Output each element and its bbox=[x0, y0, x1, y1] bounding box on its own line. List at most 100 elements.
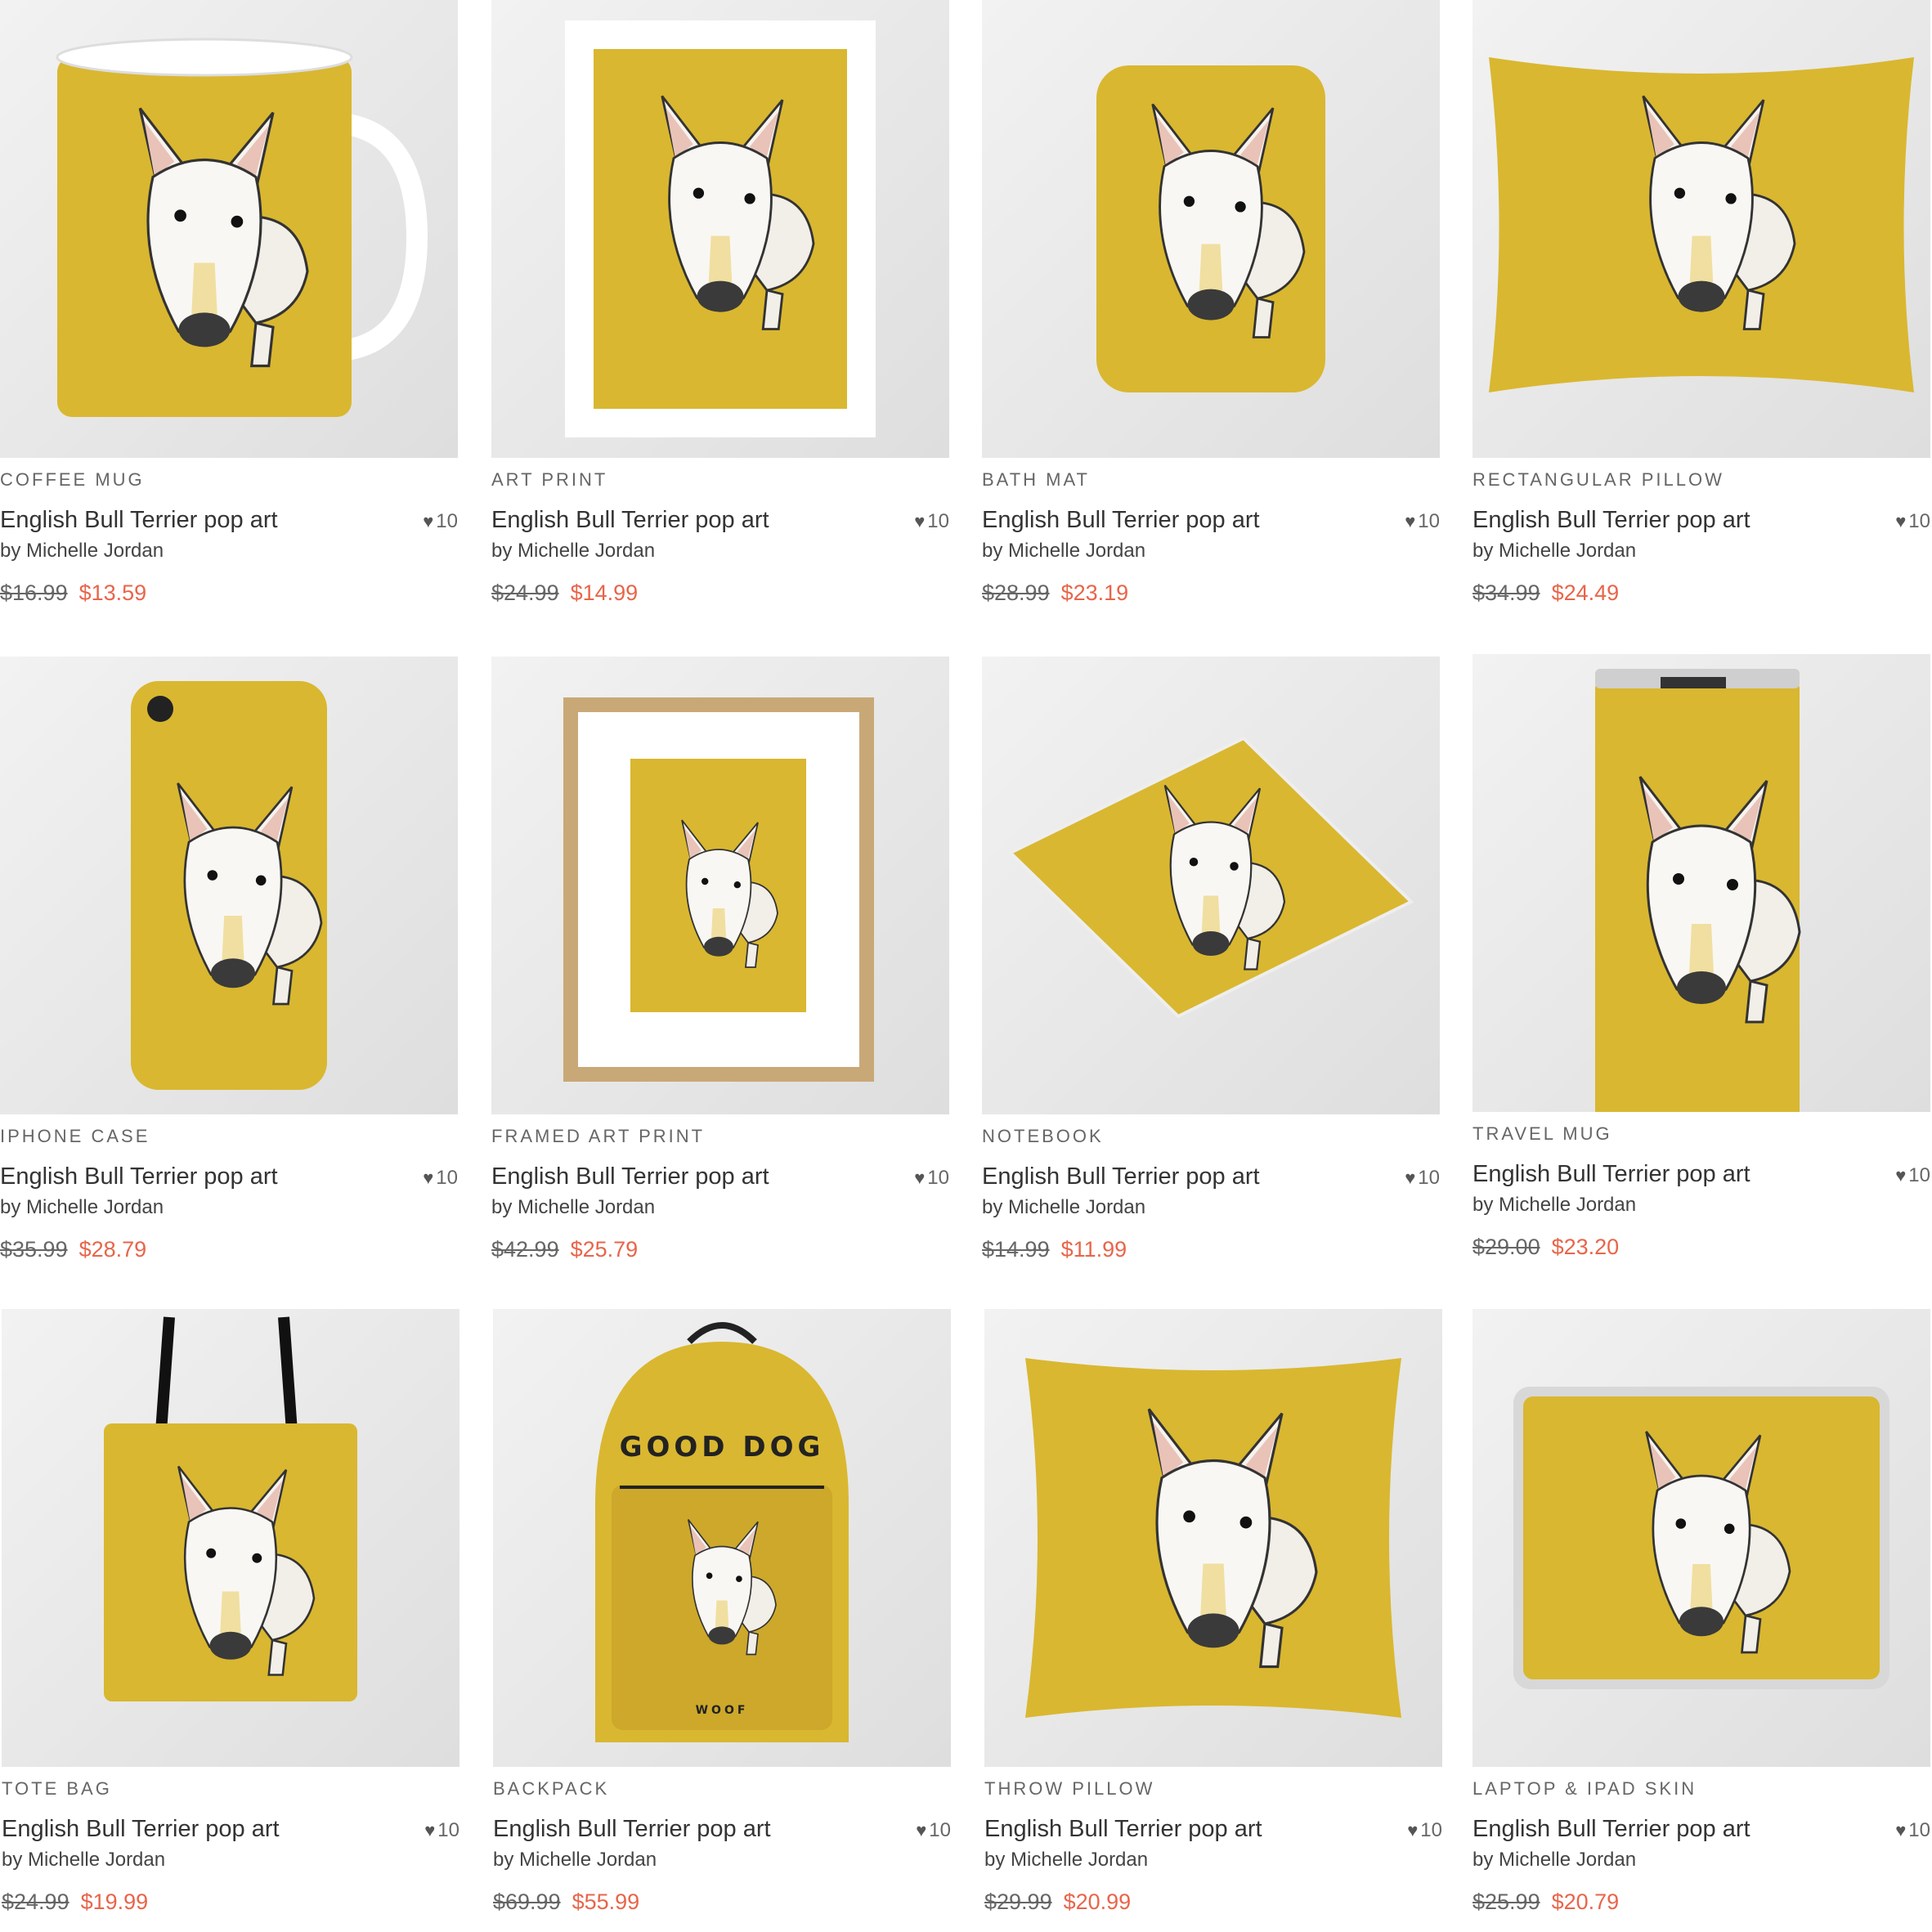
ipad-illustration bbox=[1513, 1387, 1889, 1689]
product-title[interactable]: English Bull Terrier pop art bbox=[493, 1816, 771, 1843]
product-image[interactable] bbox=[0, 657, 458, 1114]
price-row: $42.99 $25.79 bbox=[491, 1237, 638, 1262]
original-price: $28.99 bbox=[982, 580, 1050, 605]
mug-illustration bbox=[56, 38, 428, 417]
like-count: 10 bbox=[929, 1819, 951, 1841]
sale-price: $55.99 bbox=[572, 1889, 640, 1914]
like-button[interactable]: ♥ 10 bbox=[1407, 1819, 1442, 1842]
price-row: $28.99 $23.19 bbox=[982, 580, 1128, 606]
heart-icon: ♥ bbox=[424, 1820, 436, 1840]
price-row: $25.99 $20.79 bbox=[1473, 1889, 1619, 1915]
artist-link[interactable]: by Michelle Jordan bbox=[0, 540, 164, 563]
product-title[interactable]: English Bull Terrier pop art bbox=[0, 507, 278, 534]
heart-icon: ♥ bbox=[1895, 1820, 1907, 1840]
like-count: 10 bbox=[1908, 1164, 1930, 1186]
like-count: 10 bbox=[1420, 1819, 1442, 1841]
backpack-illustration: GOOD DOG WOOF bbox=[595, 1322, 849, 1742]
product-image[interactable] bbox=[1473, 0, 1930, 458]
artist-link[interactable]: by Michelle Jordan bbox=[0, 1196, 164, 1219]
like-count: 10 bbox=[1908, 1819, 1930, 1841]
like-button[interactable]: ♥ 10 bbox=[423, 1167, 458, 1190]
sale-price: $19.99 bbox=[80, 1889, 149, 1914]
artist-link[interactable]: by Michelle Jordan bbox=[1473, 1849, 1636, 1871]
artist-link[interactable]: by Michelle Jordan bbox=[491, 540, 655, 563]
throwpillow-illustration bbox=[1025, 1358, 1401, 1718]
heart-icon: ♥ bbox=[914, 511, 926, 531]
product-type: LAPTOP & IPAD SKIN bbox=[1473, 1778, 1697, 1799]
like-count: 10 bbox=[436, 1167, 458, 1189]
product-type: COFFEE MUG bbox=[0, 469, 145, 490]
price-row: $29.99 $20.99 bbox=[984, 1889, 1131, 1915]
product-image[interactable] bbox=[984, 1309, 1442, 1767]
product-title[interactable]: English Bull Terrier pop art bbox=[2, 1816, 280, 1843]
product-image[interactable]: GOOD DOG WOOF bbox=[493, 1309, 951, 1767]
phone-illustration bbox=[131, 681, 327, 1090]
like-button[interactable]: ♥ 10 bbox=[1405, 1167, 1440, 1190]
like-count: 10 bbox=[437, 1819, 459, 1841]
product-title[interactable]: English Bull Terrier pop art bbox=[1473, 1816, 1750, 1843]
product-title[interactable]: English Bull Terrier pop art bbox=[1473, 1161, 1750, 1188]
product-title[interactable]: English Bull Terrier pop art bbox=[0, 1163, 278, 1190]
product-image[interactable] bbox=[491, 657, 949, 1114]
heart-icon: ♥ bbox=[1895, 511, 1907, 531]
heart-icon: ♥ bbox=[1407, 1820, 1419, 1840]
sale-price: $14.99 bbox=[570, 580, 639, 605]
like-count: 10 bbox=[1418, 510, 1440, 532]
price-row: $16.99 $13.59 bbox=[0, 580, 146, 606]
sale-price: $24.49 bbox=[1551, 580, 1620, 605]
product-title[interactable]: English Bull Terrier pop art bbox=[491, 1163, 769, 1190]
mat-illustration bbox=[1096, 65, 1325, 392]
like-count: 10 bbox=[1908, 510, 1930, 532]
product-title[interactable]: English Bull Terrier pop art bbox=[982, 1163, 1260, 1190]
artist-link[interactable]: by Michelle Jordan bbox=[982, 1196, 1145, 1219]
print-illustration bbox=[565, 20, 876, 437]
product-title[interactable]: English Bull Terrier pop art bbox=[984, 1816, 1262, 1843]
artist-link[interactable]: by Michelle Jordan bbox=[1473, 540, 1636, 563]
price-row: $35.99 $28.79 bbox=[0, 1237, 146, 1262]
original-price: $29.00 bbox=[1473, 1235, 1540, 1259]
product-title[interactable]: English Bull Terrier pop art bbox=[491, 507, 769, 534]
artist-link[interactable]: by Michelle Jordan bbox=[2, 1849, 165, 1871]
like-button[interactable]: ♥ 10 bbox=[1895, 510, 1930, 533]
product-image[interactable] bbox=[491, 0, 949, 458]
heart-icon: ♥ bbox=[1405, 1168, 1416, 1188]
artist-link[interactable]: by Michelle Jordan bbox=[493, 1849, 657, 1871]
like-button[interactable]: ♥ 10 bbox=[424, 1819, 459, 1842]
product-title[interactable]: English Bull Terrier pop art bbox=[982, 507, 1260, 534]
like-button[interactable]: ♥ 10 bbox=[1895, 1819, 1930, 1842]
like-button[interactable]: ♥ 10 bbox=[1895, 1164, 1930, 1187]
original-price: $35.99 bbox=[0, 1237, 68, 1262]
product-image[interactable] bbox=[982, 0, 1440, 458]
like-button[interactable]: ♥ 10 bbox=[916, 1819, 951, 1842]
heart-icon: ♥ bbox=[914, 1168, 926, 1188]
like-button[interactable]: ♥ 10 bbox=[1405, 510, 1440, 533]
like-count: 10 bbox=[927, 1167, 949, 1189]
sale-price: $23.19 bbox=[1060, 580, 1129, 605]
product-type: RECTANGULAR PILLOW bbox=[1473, 469, 1724, 490]
price-row: $34.99 $24.49 bbox=[1473, 580, 1619, 606]
artist-link[interactable]: by Michelle Jordan bbox=[982, 540, 1145, 563]
product-title[interactable]: English Bull Terrier pop art bbox=[1473, 507, 1750, 534]
artist-link[interactable]: by Michelle Jordan bbox=[1473, 1194, 1636, 1217]
original-price: $29.99 bbox=[984, 1889, 1052, 1914]
artist-link[interactable]: by Michelle Jordan bbox=[491, 1196, 655, 1219]
price-row: $14.99 $11.99 bbox=[982, 1237, 1127, 1262]
product-image[interactable] bbox=[0, 0, 458, 458]
product-image[interactable] bbox=[1473, 1309, 1930, 1767]
product-image[interactable] bbox=[2, 1309, 459, 1767]
price-row: $24.99 $14.99 bbox=[491, 580, 638, 606]
artist-link[interactable]: by Michelle Jordan bbox=[984, 1849, 1148, 1871]
like-count: 10 bbox=[1418, 1167, 1440, 1189]
like-button[interactable]: ♥ 10 bbox=[423, 510, 458, 533]
rectpillow-illustration bbox=[1489, 57, 1914, 392]
original-price: $16.99 bbox=[0, 580, 68, 605]
sale-price: $25.79 bbox=[570, 1237, 639, 1262]
product-type: IPHONE CASE bbox=[0, 1126, 150, 1146]
product-image[interactable] bbox=[982, 657, 1440, 1114]
like-button[interactable]: ♥ 10 bbox=[914, 1167, 949, 1190]
product-image[interactable] bbox=[1473, 654, 1930, 1112]
heart-icon: ♥ bbox=[423, 511, 434, 531]
like-button[interactable]: ♥ 10 bbox=[914, 510, 949, 533]
sale-price: $20.99 bbox=[1063, 1889, 1132, 1914]
travelmug-illustration bbox=[1595, 669, 1801, 1112]
